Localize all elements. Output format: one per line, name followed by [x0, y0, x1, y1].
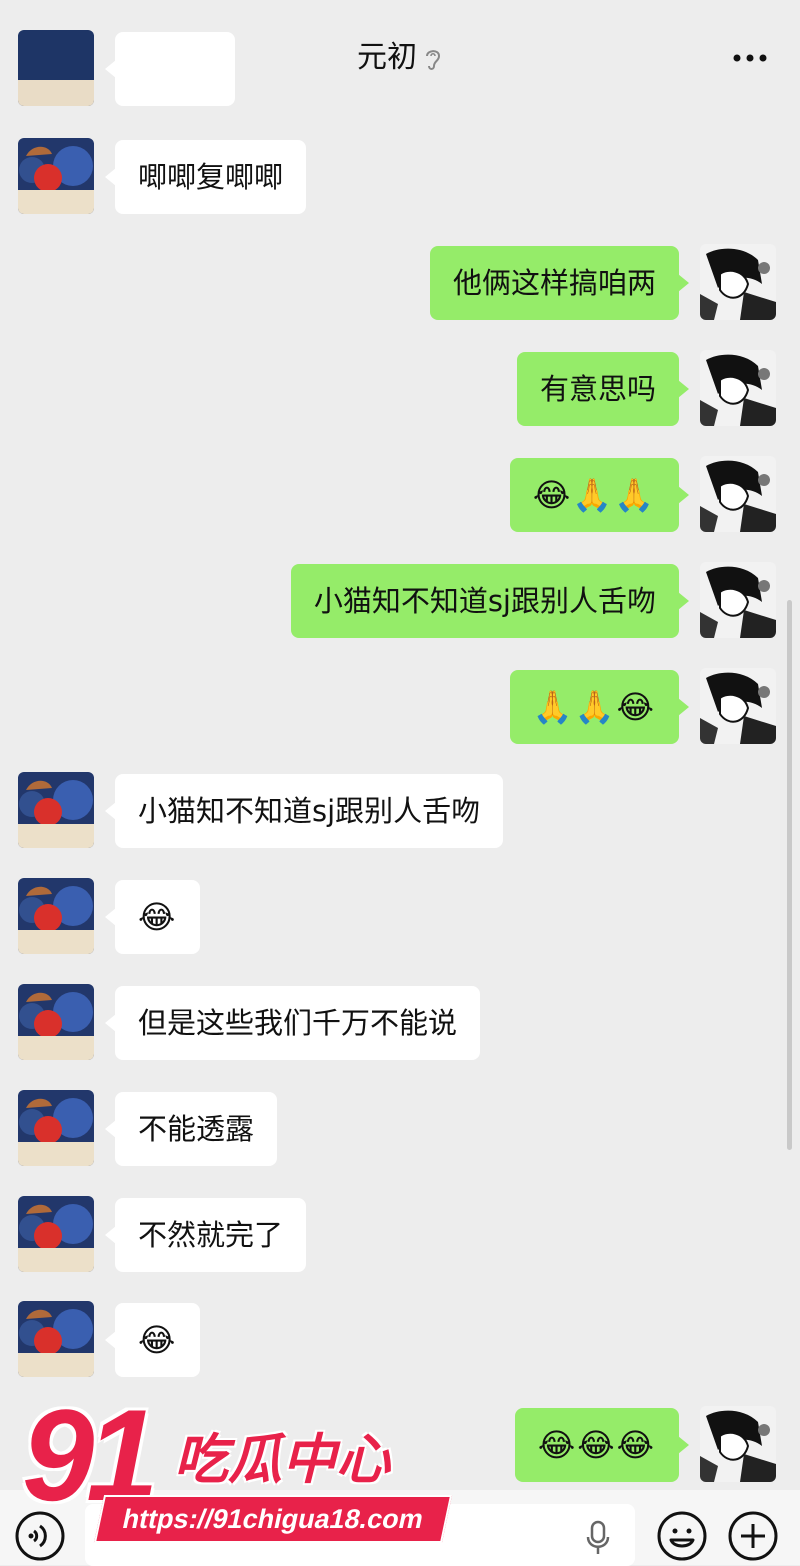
message-bubble[interactable]: 有意思吗	[516, 352, 690, 426]
message-bubble[interactable]	[105, 32, 235, 106]
contact-avatar[interactable]	[18, 30, 94, 106]
message-bubble[interactable]: 😂🙏🙏	[509, 458, 690, 532]
emoji-button[interactable]	[656, 1510, 708, 1562]
message-row: 不然就完了	[0, 1196, 800, 1276]
message-bubble[interactable]: 他俩这样搞咱两	[429, 246, 690, 320]
my-avatar[interactable]	[700, 668, 776, 744]
message-row: 小猫知不知道sj跟别人舌吻	[0, 562, 800, 642]
scrollbar[interactable]	[787, 600, 792, 1150]
contact-avatar[interactable]	[18, 772, 94, 848]
message-bubble[interactable]: 小猫知不知道sj跟别人舌吻	[104, 774, 504, 848]
message-bubble[interactable]: 小猫知不知道sj跟别人舌吻	[290, 564, 690, 638]
message-row: 有意思吗	[0, 350, 800, 430]
message-row: 但是这些我们千万不能说	[0, 984, 800, 1064]
message-row: 不能透露	[0, 1090, 800, 1170]
message-bubble[interactable]: 😂	[104, 880, 201, 954]
microphone-icon[interactable]	[585, 1520, 611, 1556]
message-bubble[interactable]: 不能透露	[104, 1092, 278, 1166]
watermark-text: 吃瓜中心	[174, 1428, 390, 1491]
my-avatar[interactable]	[700, 244, 776, 320]
site-watermark: 91 吃瓜中心 https://91chigua18.com	[14, 1390, 453, 1550]
watermark-url: https://91chigua18.com	[93, 1495, 453, 1543]
more-functions-button[interactable]	[727, 1510, 779, 1562]
contact-avatar[interactable]	[18, 984, 94, 1060]
message-row	[0, 30, 800, 110]
contact-avatar[interactable]	[18, 1196, 94, 1272]
my-avatar[interactable]	[700, 350, 776, 426]
message-list[interactable]: 唧唧复唧唧 他俩这样搞咱两 有意思吗 😂🙏🙏 小猫知不知道sj跟别人舌吻 🙏🙏😂…	[0, 30, 800, 1490]
message-row: 唧唧复唧唧	[0, 138, 800, 218]
message-row: 小猫知不知道sj跟别人舌吻	[0, 772, 800, 852]
message-bubble[interactable]: 但是这些我们千万不能说	[104, 986, 481, 1060]
message-row: 😂	[0, 878, 800, 958]
message-row: 😂🙏🙏	[0, 456, 800, 536]
message-row: 他俩这样搞咱两	[0, 244, 800, 324]
message-row: 😂	[0, 1301, 800, 1381]
contact-avatar[interactable]	[18, 1301, 94, 1377]
my-avatar[interactable]	[700, 562, 776, 638]
contact-avatar[interactable]	[18, 878, 94, 954]
plus-circle-icon	[728, 1511, 778, 1561]
message-bubble[interactable]: 😂	[104, 1303, 201, 1377]
message-bubble[interactable]: 不然就完了	[104, 1198, 307, 1272]
my-avatar[interactable]	[700, 456, 776, 532]
message-bubble[interactable]: 🙏🙏😂	[509, 670, 690, 744]
smiley-icon	[657, 1511, 707, 1561]
contact-avatar[interactable]	[18, 1090, 94, 1166]
message-bubble[interactable]: 😂😂😂	[514, 1408, 690, 1482]
message-row: 🙏🙏😂	[0, 668, 800, 748]
my-avatar[interactable]	[700, 1406, 776, 1482]
message-bubble[interactable]: 唧唧复唧唧	[104, 140, 307, 214]
contact-avatar[interactable]	[18, 138, 94, 214]
